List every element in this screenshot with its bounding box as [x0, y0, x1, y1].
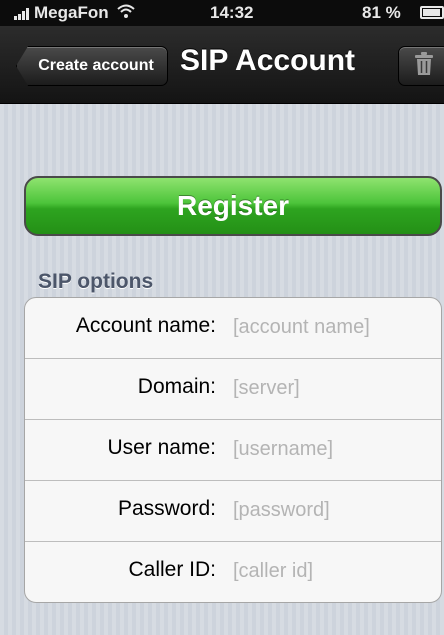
- wifi-icon: [116, 4, 135, 23]
- field-row-user-name: User name:: [25, 420, 441, 481]
- field-row-password: Password:: [25, 481, 441, 542]
- screen: MegaFon 14:32 81 % Create account SIP Ac…: [0, 0, 444, 635]
- register-button[interactable]: Register: [24, 176, 442, 236]
- password-label: Password:: [117, 497, 216, 520]
- password-input[interactable]: [233, 495, 423, 525]
- status-time: 14:32: [210, 3, 254, 22]
- user-name-label: User name:: [107, 436, 216, 459]
- domain-label: Domain:: [137, 375, 216, 398]
- trash-icon: [414, 51, 434, 81]
- account-name-input[interactable]: [233, 312, 423, 342]
- signal-icon: [14, 7, 30, 20]
- back-button[interactable]: Create account: [16, 46, 168, 86]
- battery-icon: [420, 6, 444, 19]
- carrier-group: MegaFon: [14, 3, 135, 23]
- user-name-input[interactable]: [233, 434, 423, 464]
- delete-button[interactable]: [398, 46, 444, 86]
- account-name-label: Account name:: [75, 314, 216, 337]
- battery-percent: 81 %: [362, 3, 401, 22]
- navigation-bar: Create account SIP Account: [0, 26, 444, 104]
- field-row-caller-id: Caller ID:: [25, 542, 441, 602]
- caller-id-input[interactable]: [233, 556, 423, 586]
- domain-input[interactable]: [233, 373, 423, 403]
- field-row-account-name: Account name:: [25, 298, 441, 359]
- field-row-domain: Domain:: [25, 359, 441, 420]
- caller-id-label: Caller ID:: [128, 558, 216, 581]
- carrier-name: MegaFon: [34, 3, 109, 22]
- section-header: SIP options: [38, 270, 154, 293]
- status-bar: MegaFon 14:32 81 %: [0, 0, 444, 26]
- page-title: SIP Account: [180, 44, 356, 77]
- sip-options-table: Account name: Domain: User name: Passwor…: [24, 297, 442, 603]
